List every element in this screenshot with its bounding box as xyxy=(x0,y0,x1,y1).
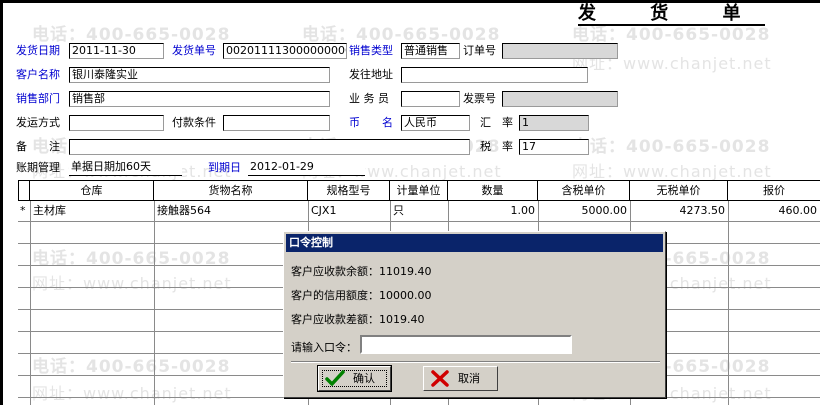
ship-date-field[interactable]: 2011-11-30 xyxy=(69,43,164,59)
salesperson-label: 业 务 员 xyxy=(349,92,389,105)
dialog-title: 口令控制 xyxy=(286,234,663,252)
col-header-price-notax[interactable]: 无税单价 xyxy=(630,180,728,201)
password-dialog: 口令控制 客户应收款余额：11019.40 客户的信用额度：10000.00 客… xyxy=(283,231,666,398)
cancel-button-label: 取消 xyxy=(458,372,480,385)
account-mgmt-label: 账期管理 xyxy=(16,161,60,174)
tax-rate-field[interactable]: 17 xyxy=(519,139,589,155)
check-icon xyxy=(325,370,345,386)
currency-label: 币 名 xyxy=(349,116,393,129)
customer-field[interactable]: 银川泰隆实业 xyxy=(69,67,330,83)
cell-spec[interactable]: CJX1 xyxy=(311,203,389,219)
left-border xyxy=(0,0,3,405)
salesperson-field[interactable] xyxy=(401,91,460,107)
tax-rate-label: 税 率 xyxy=(480,140,513,153)
ship-no-field[interactable]: 0020111130000000062 xyxy=(223,43,347,59)
grid-hline xyxy=(18,221,820,222)
payment-terms-field[interactable] xyxy=(223,115,330,131)
due-date-label: 到期日 xyxy=(208,161,241,174)
dialog-divider xyxy=(291,361,660,363)
invoice-no-label: 发票号 xyxy=(463,92,496,105)
cell-quote[interactable]: 460.00 xyxy=(728,203,820,219)
ship-method-label: 发运方式 xyxy=(16,116,60,129)
page-title: 发 货 单 xyxy=(578,3,765,26)
sales-type-label: 销售类型 xyxy=(349,44,393,57)
watermark-phone: 电话：400-665-0028 xyxy=(572,137,771,157)
cell-qty[interactable]: 1.00 xyxy=(448,203,538,219)
due-date-field[interactable]: 2012-01-29 xyxy=(248,160,365,176)
watermark-web: 网址：www.chanjet.net xyxy=(572,162,772,181)
cell-warehouse[interactable]: 主材库 xyxy=(33,203,153,219)
ok-button-label: 确认 xyxy=(353,372,375,385)
ship-date-label: 发货日期 xyxy=(16,44,60,57)
exchange-rate-label: 汇 率 xyxy=(480,116,513,129)
close-icon xyxy=(431,370,449,387)
col-header-warehouse[interactable]: 仓库 xyxy=(30,180,154,201)
sales-type-field[interactable]: 普通销售 xyxy=(401,43,460,59)
remark-field[interactable] xyxy=(69,139,470,155)
payment-terms-label: 付款条件 xyxy=(172,116,216,129)
ship-address-label: 发往地址 xyxy=(349,68,393,81)
row-marker: * xyxy=(20,204,26,217)
receivable-balance-text: 客户应收款余额：11019.40 xyxy=(291,265,432,278)
cancel-button[interactable]: 取消 xyxy=(423,366,498,391)
ship-method-field[interactable] xyxy=(69,115,164,131)
col-header-price-tax[interactable]: 含税单价 xyxy=(538,180,630,201)
customer-label: 客户名称 xyxy=(16,68,60,81)
password-prompt-label: 请输入口令： xyxy=(291,341,357,354)
watermark-phone: 电话：400-665-0028 xyxy=(32,25,231,45)
sales-dept-label: 销售部门 xyxy=(16,92,60,105)
cell-price-notax[interactable]: 4273.50 xyxy=(630,203,728,219)
exchange-rate-field[interactable]: 1 xyxy=(519,115,589,131)
col-header-goods[interactable]: 货物名称 xyxy=(154,180,308,201)
invoice-no-field[interactable] xyxy=(502,91,618,107)
col-header-unit[interactable]: 计量单位 xyxy=(390,180,448,201)
order-no-field[interactable] xyxy=(502,43,618,59)
cell-unit[interactable]: 只 xyxy=(393,203,447,219)
ok-button[interactable]: 确认 xyxy=(317,365,392,392)
account-mgmt-field[interactable]: 单据日期加60天 xyxy=(69,160,182,176)
cell-goods[interactable]: 接触器564 xyxy=(157,203,307,219)
watermark-phone: 电话：400-665-0028 xyxy=(302,25,501,45)
grid-corner xyxy=(18,180,30,201)
sales-dept-field[interactable]: 销售部 xyxy=(69,91,330,107)
order-no-label: 订单号 xyxy=(463,44,496,57)
ship-address-field[interactable] xyxy=(401,67,588,83)
col-header-spec[interactable]: 规格型号 xyxy=(308,180,390,201)
password-input[interactable] xyxy=(360,335,572,354)
receivable-diff-text: 客户应收款差额：1019.40 xyxy=(291,313,425,326)
ship-no-label: 发货单号 xyxy=(172,44,216,57)
cell-price-tax[interactable]: 5000.00 xyxy=(538,203,630,219)
currency-field[interactable]: 人民币 xyxy=(401,115,470,131)
col-header-qty[interactable]: 数量 xyxy=(448,180,538,201)
remark-label: 备 注 xyxy=(16,140,60,153)
col-header-quote[interactable]: 报价 xyxy=(728,180,820,201)
credit-limit-text: 客户的信用额度：10000.00 xyxy=(291,289,432,302)
